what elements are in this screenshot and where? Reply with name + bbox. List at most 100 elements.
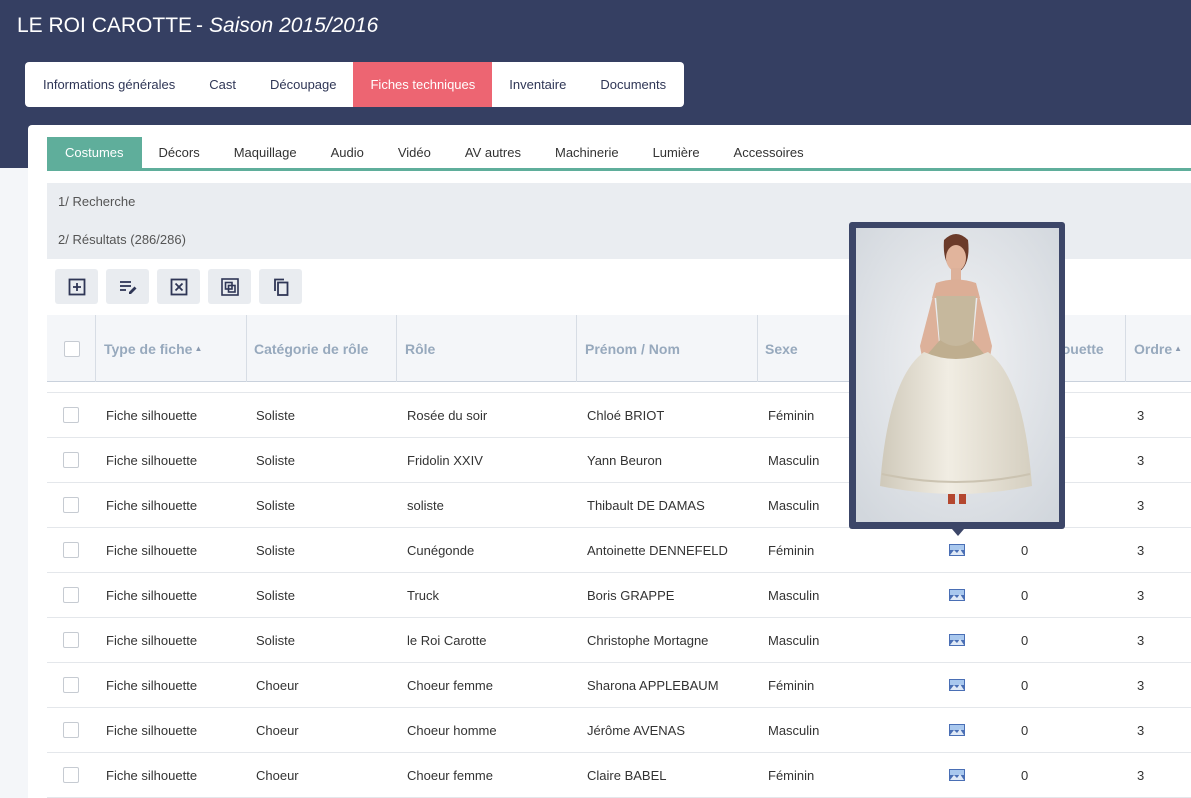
column-category-label: Catégorie de rôle	[254, 340, 369, 357]
popup-pointer	[952, 529, 964, 536]
tab-sub-maquillage[interactable]: Maquillage	[217, 137, 314, 168]
row-checkbox[interactable]	[63, 722, 79, 738]
cell-sex: Féminin	[768, 407, 815, 423]
table-row[interactable]: Fiche silhouette Choeur Choeur femme Sharon…	[47, 663, 1191, 708]
duplicate-button[interactable]	[208, 269, 251, 304]
cell-type: Fiche silhouette	[106, 542, 198, 558]
tab-main-decoupage[interactable]: Découpage	[253, 62, 354, 107]
tab-sub-lumiere[interactable]: Lumière	[636, 137, 717, 168]
tab-sub-av-autres[interactable]: AV autres	[448, 137, 538, 168]
cell-type: Fiche silhouette	[106, 452, 198, 468]
cell-category: Choeur	[256, 677, 299, 693]
column-name[interactable]: Prénom / Nom	[576, 315, 757, 382]
column-category[interactable]: Catégorie de rôle	[246, 315, 396, 382]
add-icon	[68, 278, 85, 295]
select-all-cell	[64, 315, 80, 382]
image-icon[interactable]	[949, 679, 965, 691]
cell-name: Claire BABEL	[587, 767, 667, 783]
cell-type: Fiche silhouette	[106, 767, 198, 783]
tab-main-fiches-techniques[interactable]: Fiches techniques	[353, 62, 493, 107]
row-checkbox[interactable]	[63, 542, 79, 558]
row-select-cell	[63, 438, 79, 482]
row-checkbox[interactable]	[63, 407, 79, 423]
tab-sub-accessoires[interactable]: Accessoires	[717, 137, 821, 168]
column-role-label: Rôle	[405, 340, 436, 357]
column-role[interactable]: Rôle	[396, 315, 576, 382]
copy-button[interactable]	[259, 269, 302, 304]
tab-main-inventaire[interactable]: Inventaire	[492, 62, 583, 107]
tab-sub-decors[interactable]: Décors	[142, 137, 217, 168]
sub-tabs: Costumes Décors Maquillage Audio Vidéo AV aut…	[47, 137, 1191, 171]
delete-button[interactable]	[157, 269, 200, 304]
left-margin	[0, 168, 28, 798]
cell-sex: Masculin	[768, 587, 820, 603]
row-checkbox[interactable]	[63, 587, 79, 603]
table-row[interactable]: Fiche silhouette Soliste le Roi Carotte Chr…	[47, 618, 1191, 663]
cell-type: Fiche silhouette	[106, 722, 198, 738]
tab-sub-video[interactable]: Vidéo	[381, 137, 448, 168]
cell-type: Fiche silhouette	[106, 587, 198, 603]
cell-category: Soliste	[256, 587, 296, 603]
cell-name: Christophe Mortagne	[587, 632, 709, 648]
row-checkbox[interactable]	[63, 632, 79, 648]
cell-order: 3	[1137, 722, 1145, 738]
image-preview-popup	[849, 222, 1065, 529]
cell-order: 3	[1137, 767, 1145, 783]
cell-sex: Féminin	[768, 767, 815, 783]
row-select-cell	[63, 753, 79, 797]
image-icon[interactable]	[949, 589, 965, 601]
row-select-cell	[63, 483, 79, 527]
cell-name: Boris GRAPPE	[587, 587, 675, 603]
costume-figure-image	[856, 228, 1059, 522]
tab-main-informations-generales[interactable]: Informations générales	[26, 62, 192, 107]
image-icon[interactable]	[949, 769, 965, 781]
cell-sex: Féminin	[768, 542, 815, 558]
image-icon[interactable]	[949, 634, 965, 646]
cell-name: Thibault DE DAMAS	[587, 497, 705, 513]
cell-photo	[949, 753, 965, 797]
edit-button[interactable]	[106, 269, 149, 304]
column-order[interactable]: Ordre ▲	[1125, 315, 1191, 382]
table-row[interactable]: Fiche silhouette Choeur Choeur homme Jérôme…	[47, 708, 1191, 753]
cell-role: Rosée du soir	[407, 407, 488, 423]
cell-order: 3	[1137, 497, 1145, 513]
tab-main-cast[interactable]: Cast	[192, 62, 253, 107]
row-checkbox[interactable]	[63, 497, 79, 513]
delete-icon	[170, 278, 187, 295]
column-type[interactable]: Type de fiche ▲	[95, 315, 246, 382]
table-row[interactable]: Fiche silhouette Choeur Choeur femme Claire…	[47, 753, 1191, 798]
tab-sub-machinerie[interactable]: Machinerie	[538, 137, 636, 168]
table-row[interactable]: Fiche silhouette Soliste Truck Boris GRAPPE…	[47, 573, 1191, 618]
cell-type: Fiche silhouette	[106, 677, 198, 693]
row-checkbox[interactable]	[63, 767, 79, 783]
tab-sub-costumes[interactable]: Costumes	[47, 137, 142, 168]
table-row[interactable]: Fiche silhouette Soliste Cunégonde Antoinet…	[47, 528, 1191, 573]
cell-role: Choeur homme	[407, 722, 497, 738]
cell-order: 3	[1137, 587, 1145, 603]
cell-silhouette: 0	[1021, 587, 1029, 603]
production-title: LE ROI CAROTTE	[17, 14, 193, 37]
cell-order: 3	[1137, 677, 1145, 693]
row-checkbox[interactable]	[63, 452, 79, 468]
image-icon[interactable]	[949, 724, 965, 736]
tab-main-documents[interactable]: Documents	[583, 62, 683, 107]
select-all-checkbox[interactable]	[64, 340, 80, 357]
column-type-label: Type de fiche	[104, 340, 193, 357]
cell-category: Soliste	[256, 452, 296, 468]
cell-role: Cunégonde	[407, 542, 475, 558]
cell-role: Fridolin XXIV	[407, 452, 483, 468]
cell-role: soliste	[407, 497, 444, 513]
cell-name: Sharona APPLEBAUM	[587, 677, 719, 693]
main-tabs: Informations générales Cast Découpage Fiche…	[25, 62, 685, 107]
add-button[interactable]	[55, 269, 98, 304]
cell-order: 3	[1137, 452, 1145, 468]
cell-type: Fiche silhouette	[106, 632, 198, 648]
cell-silhouette: 0	[1021, 542, 1029, 558]
search-section-header[interactable]: 1/ Recherche	[47, 183, 1191, 219]
row-select-cell	[63, 393, 79, 437]
cell-category: Soliste	[256, 542, 296, 558]
tab-sub-audio[interactable]: Audio	[314, 137, 381, 168]
image-icon[interactable]	[949, 544, 965, 556]
row-checkbox[interactable]	[63, 677, 79, 693]
cell-name: Jérôme AVENAS	[587, 722, 686, 738]
